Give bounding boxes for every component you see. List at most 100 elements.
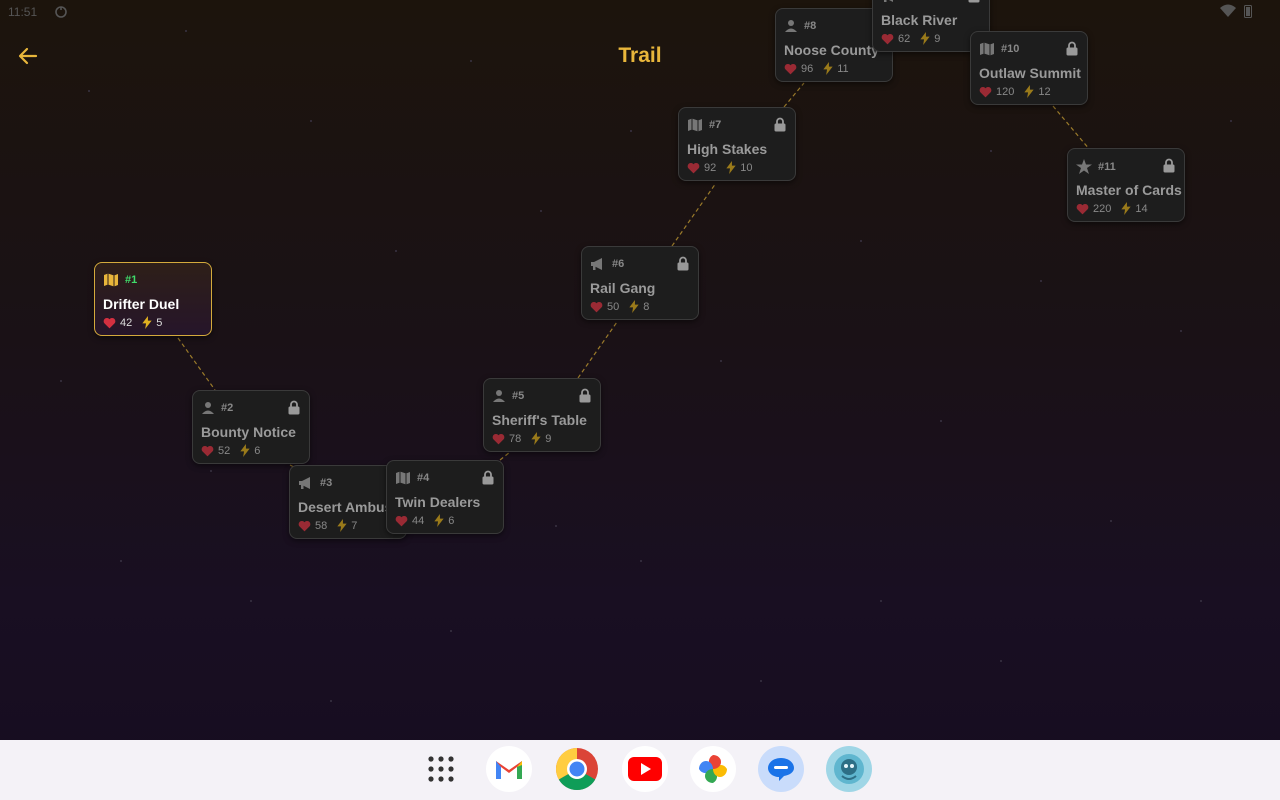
node-name: Outlaw Summit: [979, 65, 1081, 81]
node-name: Black River: [881, 12, 958, 28]
node-name: Noose County: [784, 42, 879, 58]
messages-icon[interactable]: [758, 746, 804, 792]
node-name: Bounty Notice: [201, 424, 296, 440]
node-number: #8: [804, 20, 817, 32]
trail-node-11[interactable]: #11 Master of Cards 220 14: [1067, 148, 1185, 222]
heart-icon: [784, 63, 797, 74]
heart-icon: [492, 433, 505, 444]
node-number: #1: [125, 274, 138, 286]
trail-node-10[interactable]: #10 Outlaw Summit 120 12: [970, 31, 1088, 105]
person-icon: [202, 402, 214, 414]
node-number: #6: [612, 258, 625, 270]
node-hp: 120: [996, 85, 1015, 98]
node-energy: 9: [545, 432, 552, 445]
heart-icon: [881, 33, 894, 44]
chrome-icon[interactable]: [554, 746, 600, 792]
node-energy: 6: [448, 514, 455, 527]
node-number: #7: [709, 119, 722, 131]
lock-icon: [482, 470, 494, 485]
node-energy: 6: [254, 444, 261, 457]
page-title: Trail: [618, 44, 662, 67]
node-energy: 14: [1135, 202, 1148, 215]
person-icon: [785, 20, 797, 32]
bolt-icon: [434, 514, 444, 527]
lock-icon: [968, 0, 980, 3]
lock-icon: [579, 388, 591, 403]
lock-icon: [1163, 158, 1175, 173]
bolt-icon: [629, 300, 639, 313]
node-name: High Stakes: [687, 141, 768, 157]
sync-icon: [55, 6, 67, 18]
node-energy: 5: [156, 316, 163, 329]
node-energy: 9: [934, 32, 941, 45]
status-time: 11:51: [8, 5, 38, 19]
lock-icon: [677, 256, 689, 271]
map-icon: [688, 118, 702, 132]
heart-icon: [590, 301, 603, 312]
bolt-icon: [337, 519, 347, 532]
node-number: #2: [221, 402, 234, 414]
node-number: #9: [903, 0, 915, 2]
lock-icon: [774, 117, 786, 132]
node-number: #3: [320, 477, 333, 489]
trail-node-4[interactable]: #4 Twin Dealers 44 6: [386, 460, 504, 534]
map-icon: [104, 273, 118, 287]
node-number: #4: [417, 472, 430, 484]
bolt-icon: [240, 444, 250, 457]
lock-icon: [288, 400, 300, 415]
trail-node-7[interactable]: #7 High Stakes 92 10: [678, 107, 796, 181]
node-hp: 52: [218, 444, 231, 457]
heart-icon: [201, 445, 214, 456]
youtube-icon[interactable]: [622, 746, 668, 792]
bolt-icon: [823, 62, 833, 75]
wifi-icon: [1220, 4, 1236, 17]
star-icon: [1076, 159, 1092, 174]
lock-icon: [1066, 41, 1078, 56]
node-name: Twin Dealers: [395, 494, 481, 510]
gmail-icon[interactable]: [486, 746, 532, 792]
node-energy: 11: [837, 62, 849, 75]
node-name: Master of Cards: [1076, 182, 1182, 198]
app-dock: [418, 746, 872, 792]
node-energy: 8: [643, 300, 650, 313]
node-name: Sheriff's Table: [492, 412, 587, 428]
trail-node-2[interactable]: #2 Bounty Notice 52 6: [192, 390, 310, 464]
bolt-icon: [1121, 202, 1132, 215]
heart-icon: [103, 317, 116, 328]
megaphone-icon: [591, 258, 602, 270]
status-bar: 11:51: [0, 0, 1280, 24]
bolt-icon: [142, 316, 152, 329]
megaphone-icon: [884, 0, 893, 2]
taskbar: [0, 740, 1280, 800]
node-hp: 78: [509, 432, 522, 445]
status-icons: [1220, 4, 1252, 18]
heart-icon: [979, 86, 992, 97]
game-app-icon[interactable]: [826, 746, 872, 792]
node-energy: 7: [351, 519, 358, 532]
node-hp: 42: [120, 316, 133, 329]
trail-node-1[interactable]: #1 Drifter Duel 42 5: [94, 262, 212, 336]
person-icon: [493, 390, 505, 402]
node-hp: 62: [898, 32, 911, 45]
trail-node-6[interactable]: #6 Rail Gang 50 8: [581, 246, 699, 320]
megaphone-icon: [299, 477, 310, 489]
battery-icon: [1244, 5, 1252, 18]
node-number: #10: [1001, 43, 1020, 55]
heart-icon: [687, 162, 700, 173]
map-icon: [396, 471, 410, 485]
photos-icon[interactable]: [690, 746, 736, 792]
heart-icon: [1076, 203, 1089, 214]
bolt-icon: [726, 161, 736, 174]
bolt-icon: [531, 432, 541, 445]
node-energy: 12: [1038, 85, 1051, 98]
heart-icon: [395, 515, 408, 526]
node-number: #5: [512, 390, 525, 402]
node-hp: 220: [1093, 202, 1112, 215]
bolt-icon: [1024, 85, 1035, 98]
trail-node-5[interactable]: #5 Sheriff's Table 78 9: [483, 378, 601, 452]
node-number: #11: [1098, 160, 1116, 173]
node-energy: 10: [740, 161, 753, 174]
node-hp: 96: [801, 62, 814, 75]
node-hp: 92: [704, 161, 717, 174]
app-drawer-icon[interactable]: [418, 746, 464, 792]
